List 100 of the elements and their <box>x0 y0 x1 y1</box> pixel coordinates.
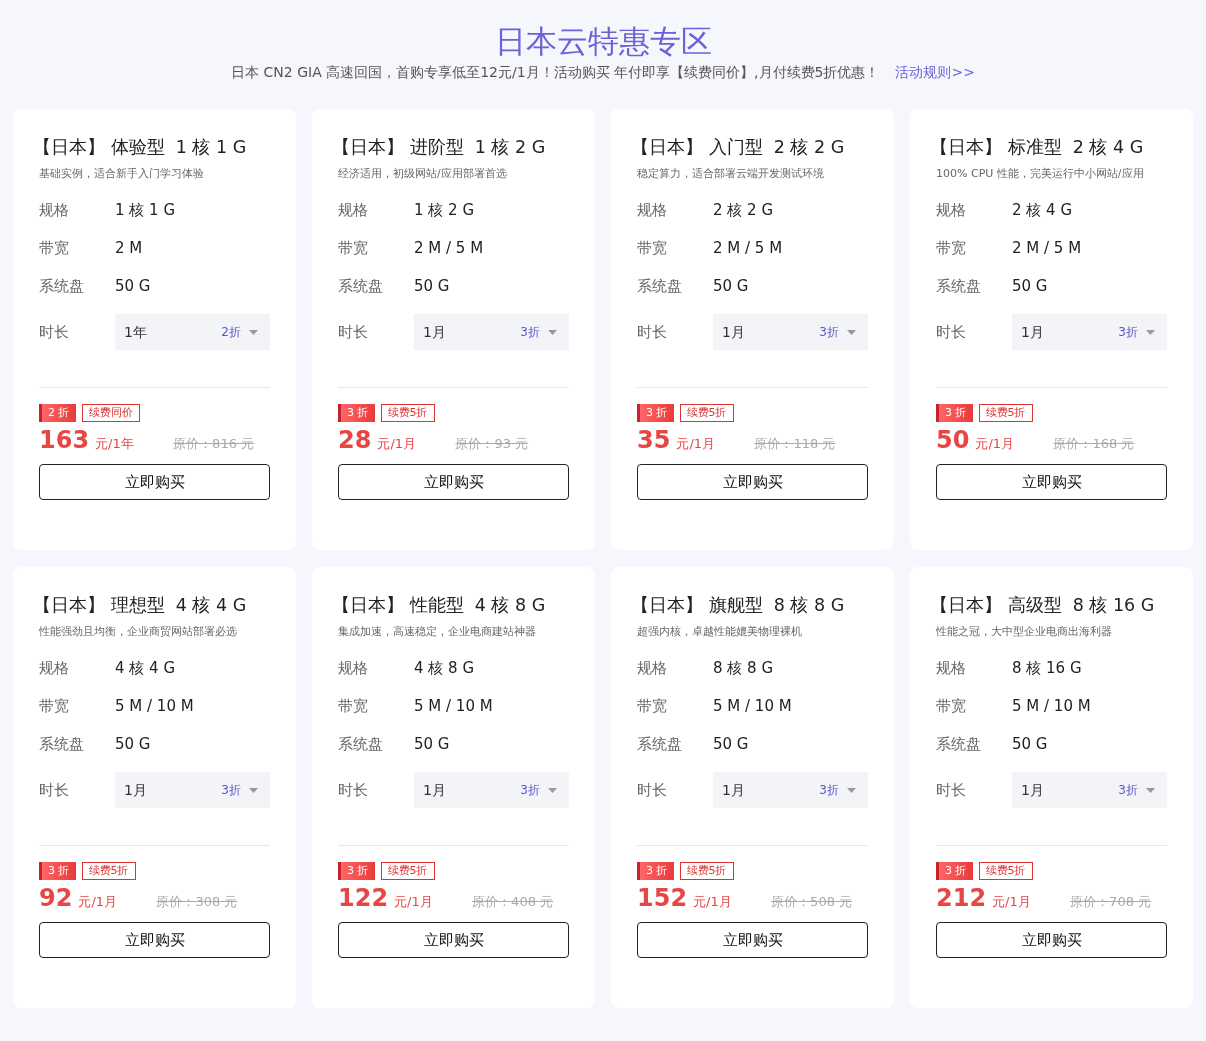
spec-label: 规格 <box>39 199 70 221</box>
spec-label: 时长 <box>936 321 967 343</box>
spec-label: 规格 <box>637 657 668 679</box>
spec-label: 规格 <box>637 199 668 221</box>
spec-label: 规格 <box>39 657 70 679</box>
buy-button[interactable]: 立即购买 <box>936 922 1167 958</box>
spec-label: 带宽 <box>936 695 967 717</box>
duration-dropdown[interactable]: 1月 3折 <box>414 314 569 350</box>
plan-title: 【日本】 入门型 2 核 2 G <box>631 136 846 159</box>
spec-label: 系统盘 <box>39 733 85 755</box>
spec-label: 系统盘 <box>338 275 384 297</box>
spec-label: 系统盘 <box>338 733 384 755</box>
price: 50 <box>936 425 970 456</box>
spec-value: 5 M / 10 M <box>1012 695 1091 717</box>
spec-label: 带宽 <box>637 695 668 717</box>
price: 35 <box>637 425 671 456</box>
discount-tag: 3 折 <box>39 862 76 880</box>
spec-label: 时长 <box>39 779 70 801</box>
spec-value: 50 G <box>713 733 749 755</box>
spec-label: 规格 <box>936 199 967 221</box>
duration-dropdown[interactable]: 1月 3折 <box>1012 314 1167 350</box>
buy-button[interactable]: 立即购买 <box>936 464 1167 500</box>
price-unit: 元/1年 <box>95 435 135 453</box>
spec-value: 8 核 16 G <box>1012 657 1082 679</box>
spec-label: 系统盘 <box>637 733 683 755</box>
discount-tag: 3 折 <box>637 862 674 880</box>
duration-dropdown[interactable]: 1月 3折 <box>115 772 270 808</box>
spec-label: 带宽 <box>39 695 70 717</box>
plan-description: 性能之冠，大中型企业电商出海利器 <box>936 624 1113 640</box>
spec-label: 规格 <box>936 657 967 679</box>
spec-value: 1 核 1 G <box>115 199 175 221</box>
spec-value: 50 G <box>1012 275 1048 297</box>
spec-label: 时长 <box>39 321 70 343</box>
renewal-tag: 续费5折 <box>679 862 734 880</box>
price: 92 <box>39 883 73 914</box>
plan-title: 【日本】 标准型 2 核 4 G <box>930 136 1145 159</box>
renewal-tag: 续费5折 <box>380 862 435 880</box>
price-unit: 元/1月 <box>992 893 1032 911</box>
spec-value: 50 G <box>1012 733 1048 755</box>
duration-dropdown[interactable]: 1月 3折 <box>414 772 569 808</box>
discount-tag: 3 折 <box>338 862 375 880</box>
spec-label: 时长 <box>637 321 668 343</box>
caret-icon <box>1146 329 1155 335</box>
renewal-tag: 续费同价 <box>81 404 140 422</box>
buy-button[interactable]: 立即购买 <box>39 922 270 958</box>
price-unit: 元/1月 <box>975 435 1016 453</box>
original-price: 原价：408 元 <box>472 893 554 911</box>
caret-icon <box>847 787 856 793</box>
spec-value: 2 M <box>115 237 143 259</box>
price: 212 <box>936 883 987 914</box>
price-unit: 元/1月 <box>676 435 717 453</box>
buy-button[interactable]: 立即购买 <box>338 464 569 500</box>
buy-button[interactable]: 立即购买 <box>39 464 270 500</box>
plan-title: 【日本】 高级型 8 核 16 G <box>930 594 1156 617</box>
spec-label: 带宽 <box>338 695 369 717</box>
discount-tag: 2 折 <box>39 404 76 422</box>
buy-button[interactable]: 立即购买 <box>637 922 868 958</box>
plan-description: 集成加速，高速稳定，企业电商建站神器 <box>338 624 537 640</box>
plan-title: 【日本】 进阶型 1 核 2 G <box>332 136 547 159</box>
spec-value: 2 M / 5 M <box>414 237 484 259</box>
spec-value: 2 M / 5 M <box>1012 237 1082 259</box>
price: 122 <box>338 883 389 914</box>
plan-description: 超强内核，卓越性能媲美物理裸机 <box>637 624 803 640</box>
spec-label: 系统盘 <box>637 275 683 297</box>
plan-title: 【日本】 旗舰型 8 核 8 G <box>631 594 846 617</box>
spec-label: 系统盘 <box>39 275 85 297</box>
original-price: 原价：308 元 <box>156 893 238 911</box>
caret-icon <box>1146 787 1155 793</box>
spec-label: 系统盘 <box>936 733 982 755</box>
duration-dropdown[interactable]: 1月 3折 <box>1012 772 1167 808</box>
page-title: 日本云特惠专区 <box>493 22 713 61</box>
buy-button[interactable]: 立即购买 <box>637 464 868 500</box>
discount-tag: 3 折 <box>936 404 973 422</box>
discount-tag: 3 折 <box>637 404 674 422</box>
spec-label: 时长 <box>338 321 369 343</box>
spec-value: 8 核 8 G <box>713 657 773 679</box>
buy-button[interactable]: 立即购买 <box>338 922 569 958</box>
spec-label: 带宽 <box>338 237 369 259</box>
promo-text: 日本 CN2 GIA 高速回国，首购专享低至12元/1月！活动购买 年付即享【续费同价】,月付续费5折优惠！ <box>231 64 880 80</box>
plan-description: 基础实例，适合新手入门学习体验 <box>39 166 205 182</box>
original-price: 原价：168 元 <box>1053 435 1135 453</box>
duration-dropdown[interactable]: 1月 3折 <box>713 772 868 808</box>
spec-label: 规格 <box>338 657 369 679</box>
original-price: 原价：93 元 <box>455 435 529 453</box>
plan-description: 经济适用，初级网站/应用部署首选 <box>338 166 508 182</box>
rules-link[interactable]: 活动规则>> <box>895 64 975 80</box>
price-unit: 元/1月 <box>394 893 434 911</box>
renewal-tag: 续费5折 <box>380 404 435 422</box>
duration-dropdown[interactable]: 1月 3折 <box>713 314 868 350</box>
spec-label: 规格 <box>338 199 369 221</box>
spec-label: 带宽 <box>637 237 668 259</box>
renewal-tag: 续费5折 <box>978 404 1033 422</box>
discount-tag: 3 折 <box>936 862 973 880</box>
caret-icon <box>249 787 258 793</box>
duration-dropdown[interactable]: 1年 2折 <box>115 314 270 350</box>
caret-icon <box>847 329 856 335</box>
spec-value: 1 核 2 G <box>414 199 474 221</box>
spec-value: 50 G <box>115 275 151 297</box>
spec-label: 时长 <box>338 779 369 801</box>
spec-label: 带宽 <box>936 237 967 259</box>
